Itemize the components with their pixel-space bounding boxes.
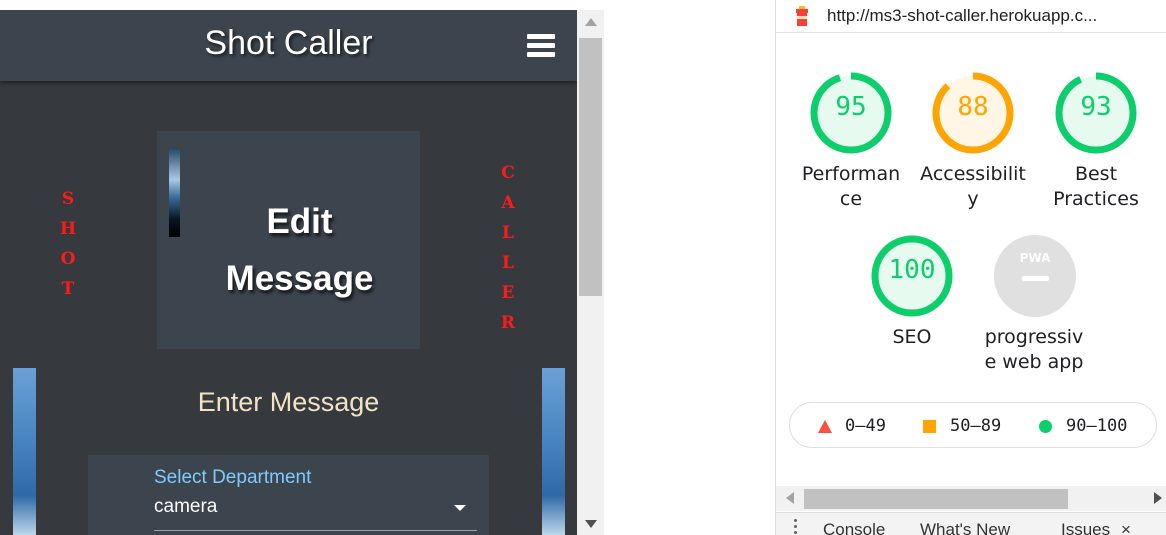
pass-circle-icon [1039, 420, 1052, 433]
side-letter: A [501, 193, 515, 213]
legend-fail: 0–49 [845, 416, 886, 436]
tab-console[interactable]: Console [823, 520, 885, 535]
scroll-down-arrow-icon[interactable] [585, 520, 597, 528]
tab-whats-new[interactable]: What's New [920, 520, 1010, 535]
report-url[interactable]: http://ms3-shot-caller.herokuapp.c... [827, 6, 1097, 26]
scroll-right-arrow-icon[interactable] [1154, 492, 1162, 504]
department-value: camera [154, 496, 218, 517]
gauge-label: progressiv e web app [969, 325, 1099, 375]
pwa-badge-text: PWA [1019, 251, 1051, 265]
logo-image [169, 149, 180, 237]
scroll-left-arrow-icon[interactable] [786, 492, 794, 504]
gauge-label: Best Practices [1031, 162, 1161, 212]
side-letter: C [501, 163, 515, 183]
gauge-label-line: Accessibilit [920, 163, 1026, 185]
gauge-label: Accessibilit y [908, 162, 1038, 212]
legend-average: 50–89 [950, 416, 1002, 436]
dropdown-caret-icon[interactable] [454, 505, 466, 511]
pwa-badge[interactable]: PWA progressiv e web app [985, 231, 1083, 377]
gauge-label-line: y [967, 188, 979, 210]
report-url-bar: http://ms3-shot-caller.herokuapp.c... [776, 0, 1166, 33]
page-title: Edit Message [225, 202, 374, 298]
accessibility-gauge[interactable]: 88 Accessibilit y [920, 68, 1026, 214]
page-scrollbar[interactable] [577, 10, 604, 535]
gauge-label-line: progressiv [984, 326, 1084, 348]
gauge-label-line: e web app [984, 351, 1084, 373]
gauge-label-line: SEO [892, 326, 932, 348]
more-options-icon[interactable] [794, 519, 798, 535]
score-legend: 0–49 50–89 90–100 [789, 402, 1157, 448]
score-value: 100 [888, 255, 936, 285]
department-label: Select Department [154, 467, 312, 488]
gauge-label: Performan ce [786, 162, 916, 212]
tab-issues[interactable]: Issues [1061, 520, 1110, 535]
side-letter: T [61, 279, 75, 299]
pwa-icon: PWA [994, 235, 1076, 317]
gauge-label: SEO [847, 325, 977, 350]
navbar: Shot Caller [0, 10, 577, 81]
horizontal-scrollbar[interactable] [776, 486, 1166, 511]
gauge-label-line: Practices [1053, 188, 1139, 210]
scrollbar-thumb[interactable] [579, 38, 602, 296]
app-viewport: Shot Caller S H O T C A L L E R Edit Mes… [0, 10, 577, 535]
screen: Shot Caller S H O T C A L L E R Edit Mes… [0, 0, 1166, 535]
message-form: Select Department camera [88, 455, 489, 535]
enter-message-heading: Enter Message [197, 387, 380, 417]
brand-title[interactable]: Shot Caller [0, 24, 577, 63]
horizontal-scrollbar-thumb[interactable] [804, 489, 1068, 509]
score-value: 88 [957, 92, 989, 122]
seo-gauge[interactable]: 100 SEO [867, 231, 957, 377]
hamburger-icon[interactable] [527, 34, 555, 58]
lighthouse-panel: http://ms3-shot-caller.herokuapp.c... 95… [775, 0, 1166, 535]
average-square-icon [923, 420, 936, 433]
side-letter: S [61, 189, 75, 209]
performance-gauge[interactable]: 95 Performan ce [802, 68, 900, 214]
gauge-label-line: Performan [801, 163, 901, 185]
fail-triangle-icon [818, 420, 832, 433]
side-letter: H [59, 219, 77, 239]
side-letter: L [502, 253, 514, 273]
edit-message-card: Edit Message [157, 131, 420, 349]
close-tab-icon[interactable]: × [1121, 520, 1131, 535]
pwa-dash-icon [1022, 276, 1049, 281]
side-word-caller: C A L L E R [498, 158, 518, 338]
side-word-shot: S H O T [58, 184, 78, 304]
scroll-up-arrow-icon[interactable] [585, 18, 597, 26]
score-value: 93 [1080, 92, 1112, 122]
devtools-drawer: Console What's New Issues × [776, 512, 1166, 535]
side-letter: E [501, 283, 515, 303]
score-value: 95 [835, 92, 867, 122]
side-letter: L [502, 223, 514, 243]
gauge-label-line: Best [1074, 163, 1118, 185]
side-letter: R [500, 313, 516, 333]
legend-pass: 90–100 [1066, 416, 1128, 436]
lighthouse-icon [796, 6, 808, 26]
best-practices-gauge[interactable]: 93 Best Practices [1051, 68, 1141, 214]
side-letter: O [60, 249, 76, 269]
gauge-label-line: ce [839, 188, 863, 210]
